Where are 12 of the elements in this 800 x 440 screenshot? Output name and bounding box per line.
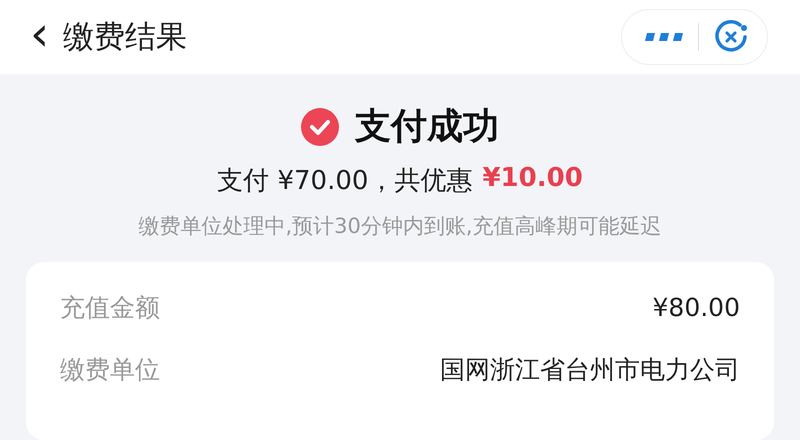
payment-summary: 支付 ¥70.00，共优惠 — [217, 165, 472, 198]
check-icon — [301, 108, 339, 146]
detail-value: 国网浙江省台州市电力公司 — [440, 354, 740, 386]
detail-label: 缴费单位 — [60, 354, 160, 386]
more-icon[interactable] — [644, 31, 684, 43]
status-title: 支付成功 — [355, 105, 499, 149]
detail-value: ¥80.00 — [652, 292, 740, 322]
back-button[interactable]: ‹ — [30, 10, 50, 58]
discount-amount: ¥10.00 — [482, 163, 583, 195]
page-title: 缴费结果 — [63, 18, 188, 57]
detail-label: 充值金额 — [60, 292, 160, 324]
processing-note: 缴费单位处理中,预计30分钟内到账,充值高峰期可能延迟 — [138, 213, 662, 240]
